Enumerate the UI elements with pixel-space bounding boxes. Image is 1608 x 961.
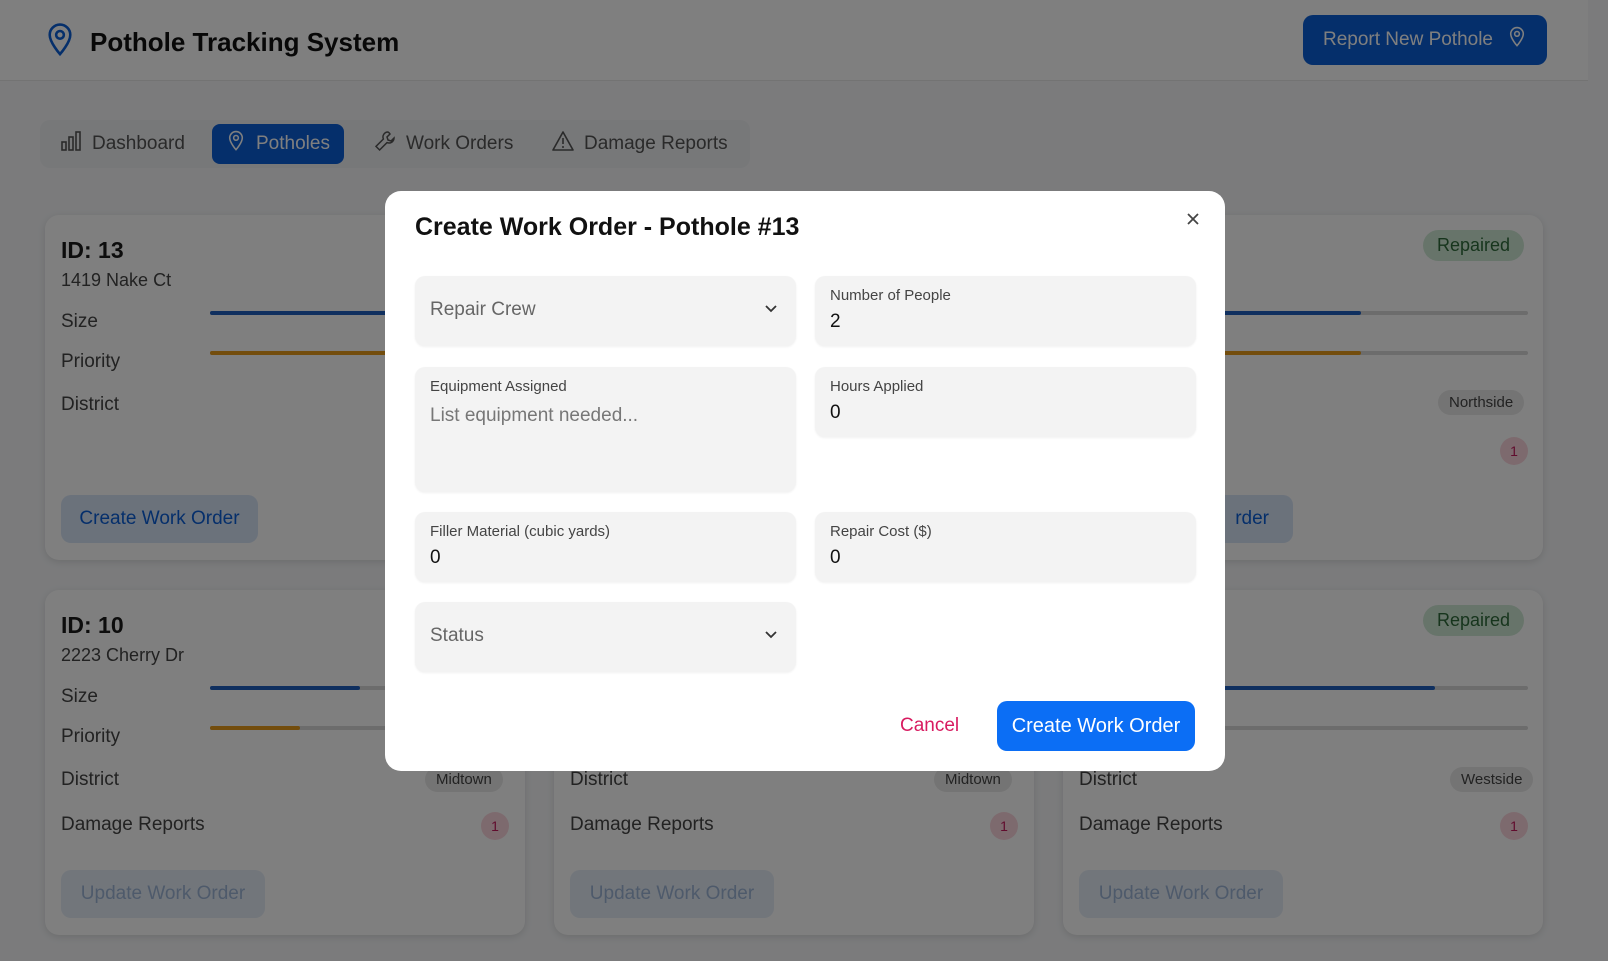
create-work-order-submit-button[interactable]: Create Work Order	[997, 701, 1195, 751]
field-label: Repair Cost ($)	[830, 523, 932, 540]
close-icon[interactable]	[1185, 207, 1201, 233]
number-of-people-field[interactable]: Number of People 2	[815, 276, 1196, 346]
field-label: Filler Material (cubic yards)	[430, 523, 611, 540]
field-label: Number of People	[830, 287, 951, 304]
cancel-button[interactable]: Cancel	[900, 715, 959, 737]
chevron-down-icon	[764, 628, 778, 647]
repair-cost-field[interactable]: Repair Cost ($) 0	[815, 512, 1196, 582]
field-label: Hours Applied	[830, 378, 924, 395]
field-value: 0	[430, 547, 441, 568]
equipment-assigned-textarea[interactable]: Equipment Assigned List equipment needed…	[415, 367, 796, 492]
field-label: Equipment Assigned	[430, 378, 567, 395]
create-work-order-dialog: Create Work Order - Pothole #13 Repair C…	[385, 191, 1225, 771]
status-placeholder: Status	[430, 625, 484, 646]
repair-crew-select[interactable]: Repair Crew	[415, 276, 796, 346]
chevron-down-icon	[764, 302, 778, 321]
status-select[interactable]: Status	[415, 602, 796, 672]
dialog-title: Create Work Order - Pothole #13	[415, 213, 800, 241]
hours-applied-field[interactable]: Hours Applied 0	[815, 367, 1196, 437]
field-value: 0	[830, 547, 841, 568]
filler-material-field[interactable]: Filler Material (cubic yards) 0	[415, 512, 796, 582]
field-value: 0	[830, 402, 841, 423]
field-placeholder: List equipment needed...	[430, 405, 639, 426]
repair-crew-placeholder: Repair Crew	[430, 299, 536, 320]
field-value: 2	[830, 311, 841, 332]
